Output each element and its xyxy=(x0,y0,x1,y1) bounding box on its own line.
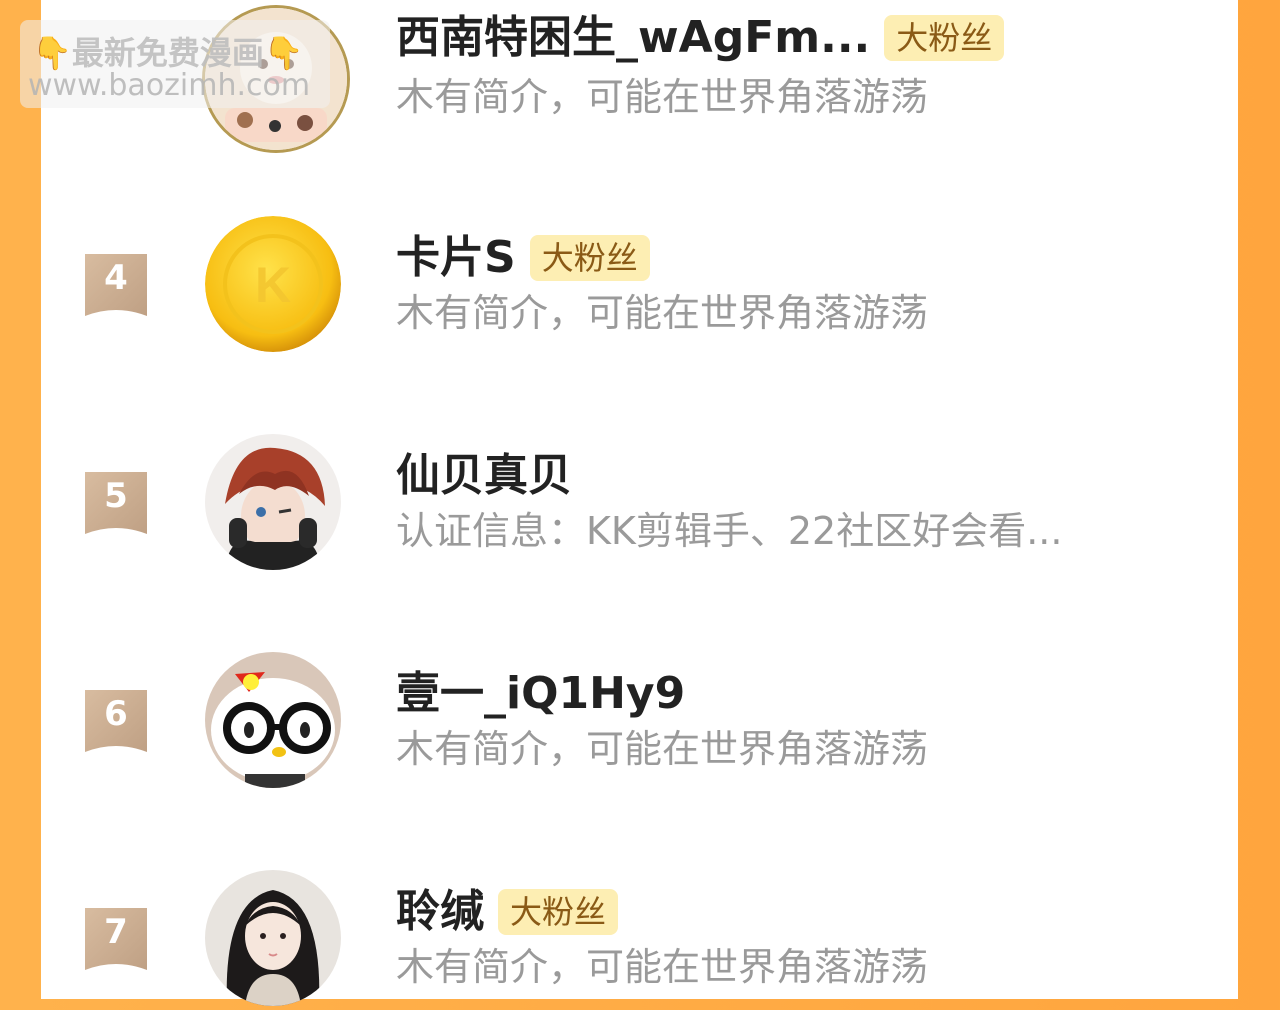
rank-number: 6 xyxy=(104,694,128,734)
fan-description: 认证信息：KK剪辑手、22社区好会看... xyxy=(396,509,1063,553)
rank-badge: 7 xyxy=(85,908,147,970)
fan-name[interactable]: 仙贝真贝 xyxy=(396,450,572,502)
big-fan-badge: 大粉丝 xyxy=(529,235,650,281)
rank-number: 4 xyxy=(104,258,128,298)
fan-row[interactable]: 5 仙贝真贝 认证信息：KK剪辑手、22社区好会看... xyxy=(41,434,1238,574)
fan-name-line: 西南特困生_wAgFm... 大粉丝 xyxy=(396,10,1005,66)
fan-name-line: 壹一_iQ1Hy9 xyxy=(396,666,685,722)
rank-badge: 4 xyxy=(85,254,147,316)
fan-row[interactable]: 4 K 卡片S 大粉丝 木有简介，可能在世界角落游荡 xyxy=(41,216,1238,356)
girl-photo-avatar-icon[interactable] xyxy=(205,870,341,1006)
hello-kitty-glasses-avatar-icon[interactable] xyxy=(205,652,341,788)
big-fan-badge: 大粉丝 xyxy=(498,889,619,935)
site-watermark: 👇最新免费漫画👇 www.baozimh.com xyxy=(20,20,330,108)
anime-boy-avatar-icon[interactable] xyxy=(205,434,341,570)
fan-ranking-panel: 西南特困生_wAgFm... 大粉丝 木有简介，可能在世界角落游荡 4 K 卡片… xyxy=(41,0,1238,1006)
fan-name[interactable]: 西南特困生_wAgFm... xyxy=(396,12,870,64)
fan-name-line: 聆缄 大粉丝 xyxy=(396,884,619,940)
fan-row[interactable]: 7 聆缄 大粉丝 木有简介，可能在世界角落游荡 xyxy=(41,870,1238,1010)
fan-description: 木有简介，可能在世界角落游荡 xyxy=(396,291,929,335)
watermark-url: www.baozimh.com xyxy=(28,68,311,103)
fan-description: 木有简介，可能在世界角落游荡 xyxy=(396,75,929,119)
svg-text:K: K xyxy=(255,257,291,313)
fan-name[interactable]: 聆缄 xyxy=(396,886,484,938)
fan-name[interactable]: 卡片S xyxy=(396,232,516,284)
fan-name-line: 仙贝真贝 xyxy=(396,448,572,504)
rank-number: 5 xyxy=(104,476,128,516)
fan-name-line: 卡片S 大粉丝 xyxy=(396,230,650,286)
fan-name[interactable]: 壹一_iQ1Hy9 xyxy=(396,668,685,720)
rank-number: 7 xyxy=(104,912,128,952)
rank-badge: 6 xyxy=(85,690,147,752)
gold-coin-k-avatar-icon[interactable]: K xyxy=(205,216,341,352)
big-fan-badge: 大粉丝 xyxy=(884,15,1005,61)
fan-row[interactable]: 6 壹一_iQ1Hy9 木有简介，可能在世界角落游荡 xyxy=(41,652,1238,792)
fan-description: 木有简介，可能在世界角落游荡 xyxy=(396,945,929,989)
fan-description: 木有简介，可能在世界角落游荡 xyxy=(396,727,929,771)
rank-badge: 5 xyxy=(85,472,147,534)
